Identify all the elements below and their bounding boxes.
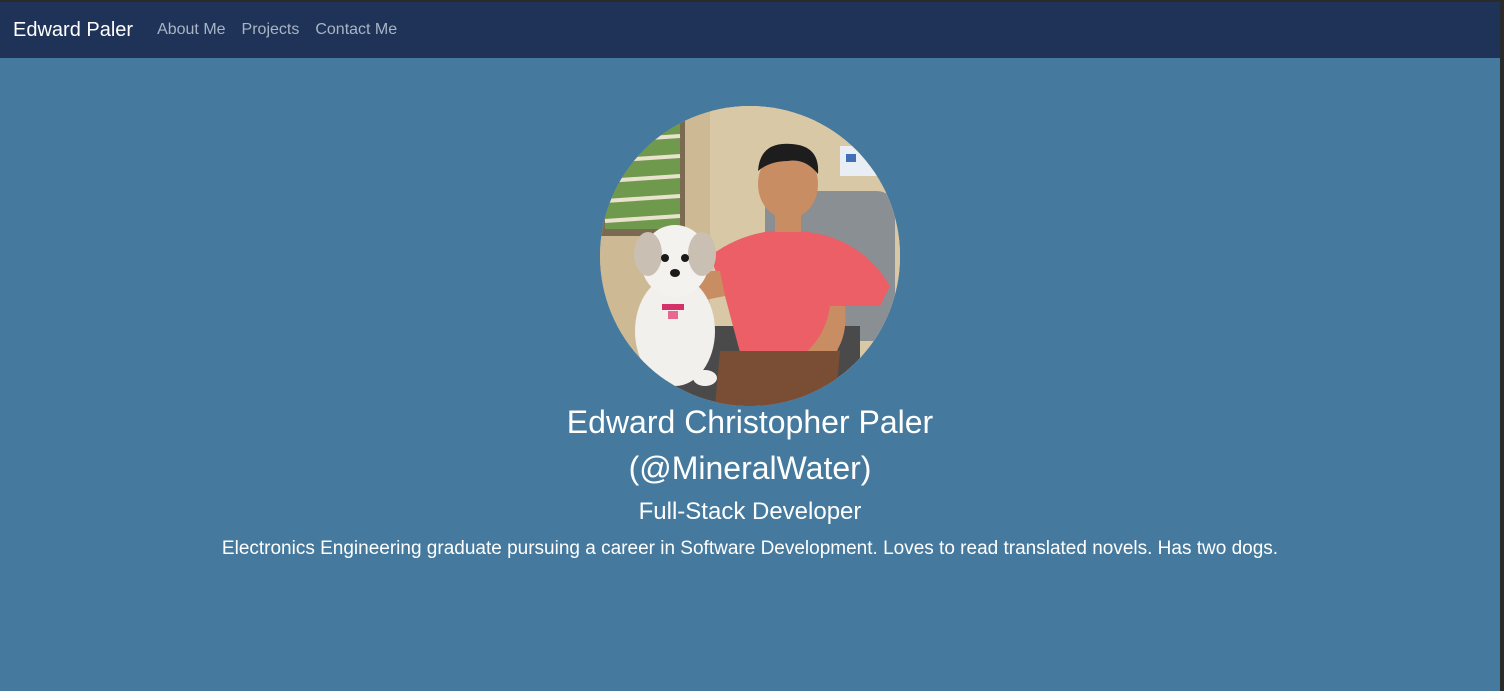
nav-link-about-me[interactable]: About Me <box>157 21 225 39</box>
brand-link[interactable]: Edward Paler <box>13 19 133 42</box>
navbar: Edward Paler About Me Projects Contact M… <box>0 2 1500 58</box>
profile-name: Edward Christopher Paler <box>566 404 934 440</box>
profile-photo <box>600 106 900 406</box>
nav-link-contact-me[interactable]: Contact Me <box>315 21 397 39</box>
profile-photo-illustration <box>600 106 900 406</box>
profile-handle: (@MineralWater) <box>628 450 872 486</box>
profile-role: Full-Stack Developer <box>638 498 862 525</box>
hero-section: Edward Christopher Paler (@MineralWater)… <box>0 58 1500 691</box>
nav-link-projects[interactable]: Projects <box>242 21 300 39</box>
browser-viewport: Edward Paler About Me Projects Contact M… <box>0 0 1504 691</box>
profile-bio: Electronics Engineering graduate pursuin… <box>221 538 1279 559</box>
